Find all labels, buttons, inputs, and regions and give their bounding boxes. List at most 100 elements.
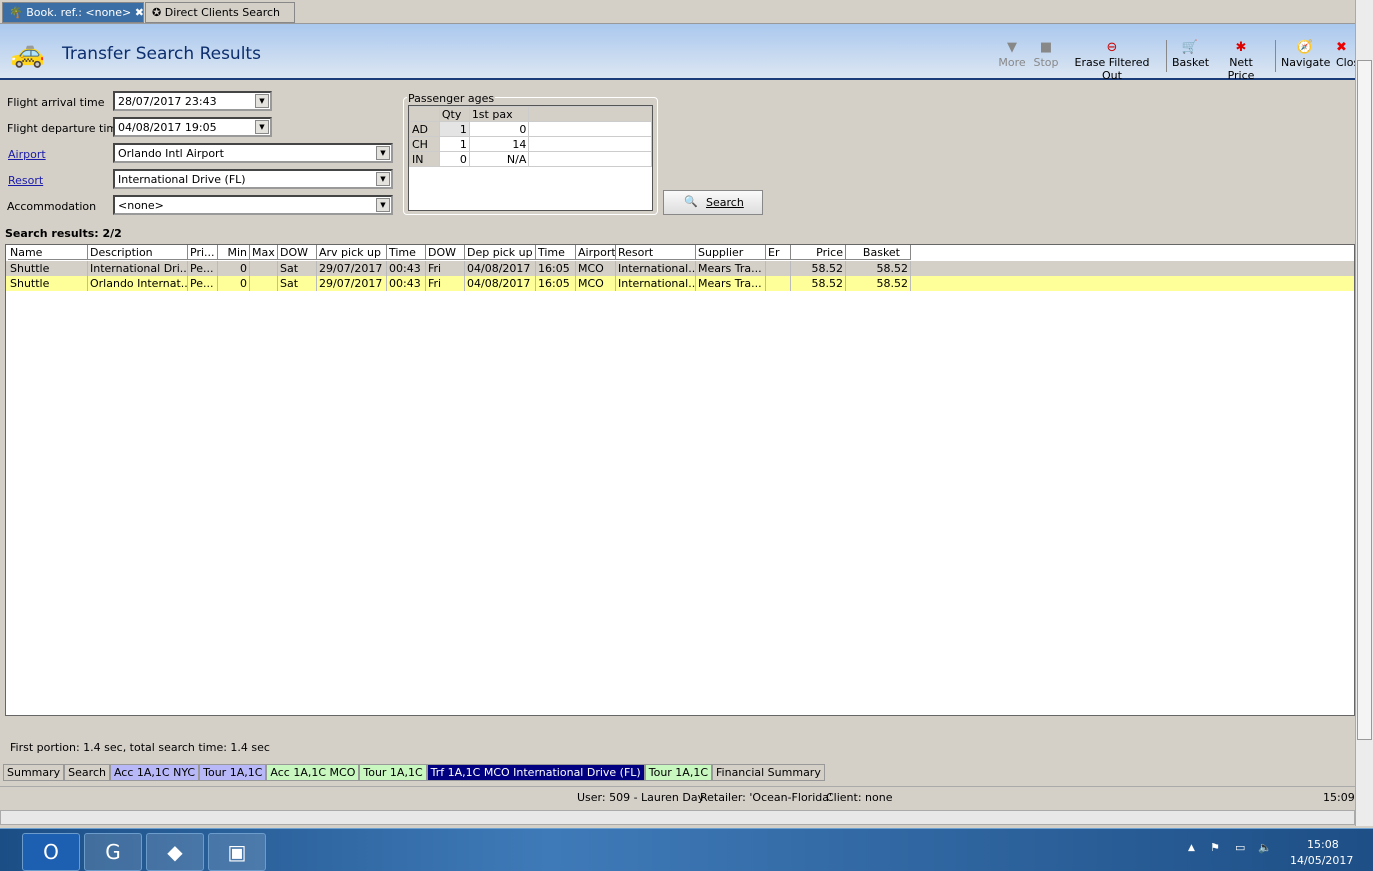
header-row[interactable]: Name Description Pri... Min Max DOW Arv pick u…: [6, 245, 1354, 260]
column-header[interactable]: Pri...: [188, 245, 218, 260]
column-header[interactable]: Time: [536, 245, 576, 260]
column-header[interactable]: Arv pick up: [317, 245, 387, 260]
table-cell: International...: [618, 261, 696, 276]
clients-icon: ✪: [152, 6, 162, 19]
bottom-tab[interactable]: Tour 1A,1C: [359, 764, 427, 781]
bottom-tab[interactable]: Tour 1A,1C: [199, 764, 267, 781]
table-cell: International Dri...: [90, 261, 188, 276]
table-row[interactable]: Shuttle Orlando Internat... Pe... 0 Sat 29/07…: [6, 276, 1354, 291]
table-cell: International...: [618, 276, 696, 291]
departure-label: Flight departure time: [7, 122, 124, 135]
navigate-button[interactable]: 🧭 Navigate: [1281, 40, 1330, 69]
bottom-tab[interactable]: Financial Summary: [712, 764, 825, 781]
column-header[interactable]: Dep pick up: [465, 245, 536, 260]
resort-select[interactable]: International Drive (FL) ▼: [113, 169, 393, 189]
column-header[interactable]: Basket: [846, 245, 911, 260]
column-header[interactable]: Resort: [616, 245, 696, 260]
outlook-icon[interactable]: O: [22, 833, 80, 871]
erase-icon: ⊖: [1106, 40, 1118, 55]
column-header[interactable]: DOW: [278, 245, 317, 260]
show-hidden-icons[interactable]: ▲: [1188, 843, 1195, 853]
close-tab-icon[interactable]: ✖: [135, 6, 144, 19]
column-header[interactable]: Max: [250, 245, 278, 260]
timing-text: First portion: 1.4 sec, total search tim…: [10, 741, 270, 754]
status-user: User: 509 - Lauren Day: [577, 791, 705, 804]
stop-button[interactable]: ■ Stop: [1033, 40, 1059, 69]
departure-time-field[interactable]: 04/08/2017 19:05 ▼: [113, 117, 272, 137]
clock-date[interactable]: 14/05/2017: [1290, 854, 1353, 867]
table-row[interactable]: Shuttle International Dri... Pe... 0 Sat 29/0…: [6, 261, 1354, 276]
resort-link[interactable]: Resort: [8, 174, 43, 187]
table-cell: Orlando Internat...: [90, 276, 188, 291]
table-cell: 0: [218, 261, 250, 276]
column-header[interactable]: Er: [766, 245, 791, 260]
column-header[interactable]: Time: [387, 245, 426, 260]
accommodation-select[interactable]: <none> ▼: [113, 195, 393, 215]
doc-tab-direct-clients[interactable]: ✪ Direct Clients Search: [145, 2, 295, 23]
table-cell: 58.52: [791, 261, 846, 276]
status-time: 15:09: [1323, 791, 1355, 804]
stop-icon: ■: [1039, 40, 1053, 55]
bottom-tab[interactable]: Acc 1A,1C MCO: [266, 764, 360, 781]
column-header[interactable]: Supplier: [696, 245, 766, 260]
browser-icon[interactable]: G: [84, 833, 142, 871]
column-header[interactable]: DOW: [426, 245, 465, 260]
close-button[interactable]: ✖Clos: [1336, 40, 1355, 69]
column-header[interactable]: Price: [791, 245, 846, 260]
basket-button[interactable]: 🛒 Basket: [1172, 40, 1209, 69]
results-grid[interactable]: Name Description Pri... Min Max DOW Arv pick u…: [5, 244, 1355, 716]
passenger-ages-title: Passenger ages: [407, 92, 496, 105]
table-cell: 58.52: [846, 276, 911, 291]
page-title: Transfer Search Results: [62, 44, 261, 64]
table-cell: [250, 276, 278, 291]
vertical-scrollbar[interactable]: [1355, 0, 1373, 826]
bottom-tab[interactable]: Search: [64, 764, 110, 781]
bottom-tab[interactable]: Trf 1A,1C MCO International Drive (FL): [426, 764, 645, 781]
table-cell: 29/07/2017: [317, 261, 387, 276]
first-pax-header: 1st pax: [468, 106, 530, 122]
remote-desktop-icon[interactable]: ▣: [208, 833, 266, 871]
chevron-down-icon[interactable]: ▼: [376, 146, 390, 160]
taskbar: O G ◆ ▣ ▲ ⚑ ▭ 🔈 15:08 14/05/2017: [0, 828, 1373, 871]
chevron-down-icon[interactable]: ▼: [255, 120, 269, 134]
arrival-time-field[interactable]: 28/07/2017 23:43 ▼: [113, 91, 272, 111]
network-icon[interactable]: ▭: [1235, 841, 1245, 854]
column-header[interactable]: Min: [218, 245, 250, 260]
bottom-tab[interactable]: Summary: [3, 764, 65, 781]
table-cell: 0: [218, 276, 250, 291]
column-header[interactable]: Name: [8, 245, 88, 260]
toolbar-separator: [1166, 40, 1167, 72]
chevron-down-icon[interactable]: ▼: [376, 198, 390, 212]
table-cell: [250, 261, 278, 276]
close-icon: ✖: [1336, 40, 1347, 55]
table-cell: 29/07/2017: [317, 276, 387, 291]
search-button[interactable]: 🔍 Search: [663, 190, 763, 215]
nett-price-icon: ✱: [1235, 40, 1247, 55]
bottom-tab[interactable]: Acc 1A,1C NYC: [109, 764, 200, 781]
column-header[interactable]: Airport: [576, 245, 616, 260]
chevron-down-icon[interactable]: ▼: [255, 94, 269, 108]
table-cell: Sat: [278, 276, 317, 291]
airport-select[interactable]: Orlando Intl Airport ▼: [113, 143, 393, 163]
clock-time[interactable]: 15:08: [1307, 838, 1339, 851]
arrival-label: Flight arrival time: [7, 96, 105, 109]
nett-price-button[interactable]: ✱ Nett Price: [1215, 40, 1267, 82]
bottom-tab[interactable]: Tour 1A,1C: [644, 764, 713, 781]
more-button[interactable]: ▼ More: [998, 40, 1026, 69]
document-tab-bar: 🌴 Book. ref.: <none> ✖ ✪ Direct Clients …: [0, 0, 1355, 24]
scroll-thumb[interactable]: [1357, 60, 1372, 740]
table-cell: Sat: [278, 261, 317, 276]
passenger-ages-grid[interactable]: Qty 1st pax AD 1 0 CH 1 14 IN 0 N/A: [408, 105, 653, 211]
app-icon[interactable]: ◆: [146, 833, 204, 871]
volume-icon[interactable]: 🔈: [1258, 841, 1272, 854]
table-cell: 58.52: [791, 276, 846, 291]
column-header[interactable]: Description: [88, 245, 188, 260]
horizontal-scrollbar[interactable]: [0, 810, 1355, 825]
table-cell: Pe...: [188, 276, 218, 291]
airport-link[interactable]: Airport: [8, 148, 46, 161]
flag-icon[interactable]: ⚑: [1210, 841, 1220, 854]
taxi-icon: 🚕: [10, 36, 45, 69]
erase-filtered-out-button[interactable]: ⊖ Erase Filtered Out: [1066, 40, 1158, 82]
chevron-down-icon[interactable]: ▼: [376, 172, 390, 186]
doc-tab-booking[interactable]: 🌴 Book. ref.: <none> ✖: [2, 2, 144, 23]
